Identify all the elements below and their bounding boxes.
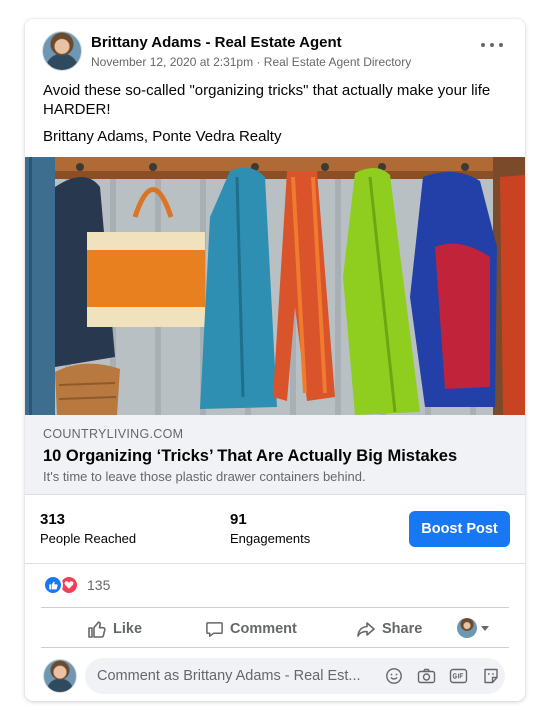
reaction-count: 135	[87, 577, 111, 593]
divider	[41, 607, 509, 608]
post-text: Avoid these so-called "organizing tricks…	[43, 82, 491, 118]
like-icon	[43, 575, 63, 595]
comment-icon	[206, 621, 223, 637]
reaction-summary[interactable]: 135	[43, 574, 110, 596]
comment-button[interactable]: Comment	[205, 617, 297, 641]
boost-post-button[interactable]: Boost Post	[409, 511, 510, 547]
engagements-value: 91	[230, 511, 247, 528]
more-options-icon[interactable]	[481, 41, 503, 49]
emoji-icon[interactable]	[385, 667, 403, 685]
people-reached-value: 313	[40, 511, 66, 528]
link-description: It's time to leave those plastic drawer …	[43, 469, 366, 484]
sticker-icon[interactable]	[482, 667, 500, 685]
divider	[41, 647, 509, 648]
link-title[interactable]: 10 Organizing ‘Tricks’ That Are Actually…	[43, 447, 457, 466]
people-reached-label: People Reached	[40, 531, 137, 546]
share-button[interactable]: Share	[356, 617, 422, 641]
comment-placeholder: Comment as Brittany Adams - Real Est...	[97, 668, 361, 684]
like-label: Like	[113, 621, 143, 637]
engagements-label: Engagements	[230, 531, 311, 546]
share-icon	[357, 622, 375, 637]
post-card: Brittany Adams - Real Estate Agent Novem…	[25, 19, 525, 701]
author-avatar[interactable]	[42, 31, 82, 71]
comment-input[interactable]: Comment as Brittany Adams - Real Est...	[85, 658, 505, 694]
commenter-avatar[interactable]	[43, 659, 77, 693]
post-source[interactable]: Real Estate Agent Directory	[264, 55, 411, 69]
chevron-down-icon	[481, 625, 489, 631]
comment-tools	[385, 666, 500, 686]
post-header: Brittany Adams - Real Estate Agent Novem…	[25, 19, 525, 79]
divider	[25, 563, 525, 564]
post-image[interactable]	[25, 157, 525, 415]
link-domain: COUNTRYLIVING.COM	[43, 427, 184, 441]
share-label: Share	[382, 621, 423, 637]
post-meta: November 12, 2020 at 2:31pm · Real Estat…	[91, 55, 411, 69]
profile-avatar	[457, 618, 477, 638]
post-as-selector[interactable]	[457, 618, 489, 638]
like-button[interactable]: Like	[87, 617, 142, 641]
post-date[interactable]: November 12, 2020 at 2:31pm	[91, 55, 253, 69]
post-signature: Brittany Adams, Ponte Vedra Realty	[43, 128, 282, 145]
link-preview[interactable]: COUNTRYLIVING.COM 10 Organizing ‘Tricks’…	[25, 415, 525, 495]
camera-icon[interactable]	[417, 667, 436, 685]
thumbs-up-icon	[88, 621, 106, 638]
gif-icon[interactable]	[449, 667, 468, 685]
author-name[interactable]: Brittany Adams - Real Estate Agent	[91, 34, 342, 51]
meta-separator: ·	[256, 55, 261, 69]
comment-label: Comment	[230, 621, 297, 637]
